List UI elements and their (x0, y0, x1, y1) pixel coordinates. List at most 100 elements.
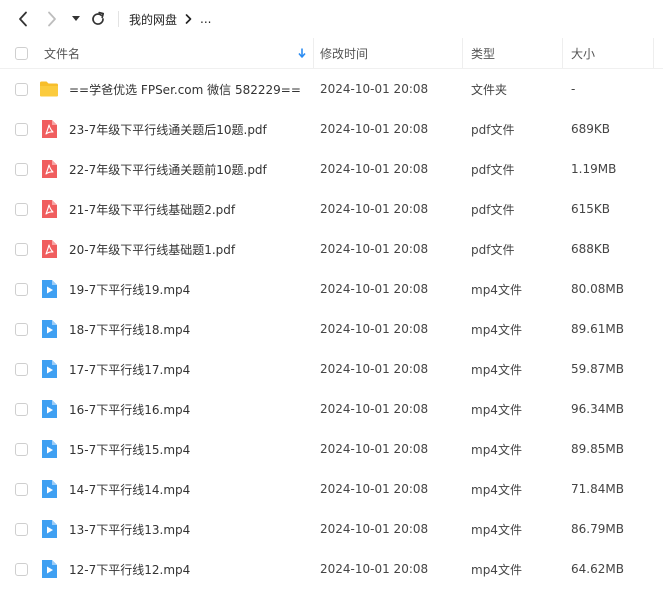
file-modified: 2024-10-01 20:08 (320, 402, 429, 416)
file-name: 21-7年级下平行线基础题2.pdf (69, 202, 236, 217)
row-checkbox[interactable] (15, 283, 28, 296)
file-size: 1.19MB (571, 162, 617, 176)
row-checkbox[interactable] (15, 203, 28, 216)
file-modified: 2024-10-01 20:08 (320, 242, 429, 256)
file-name: ==学爸优选 FPSer.com 微信 582229== (69, 82, 301, 97)
file-size: 64.62MB (571, 562, 624, 576)
file-size: 615KB (571, 202, 611, 216)
file-name: 15-7下平行线15.mp4 (69, 442, 191, 457)
file-row[interactable]: 13-7下平行线13.mp4 2024-10-01 20:08 mp4文件 86… (0, 509, 663, 549)
file-modified: 2024-10-01 20:08 (320, 282, 429, 296)
row-checkbox[interactable] (15, 483, 28, 496)
file-row[interactable]: 16-7下平行线16.mp4 2024-10-01 20:08 mp4文件 96… (0, 389, 663, 429)
pdf-file-icon (42, 160, 57, 178)
file-modified: 2024-10-01 20:08 (320, 442, 429, 456)
file-modified: 2024-10-01 20:08 (320, 202, 429, 216)
file-size: 59.87MB (571, 362, 624, 376)
file-row[interactable]: 23-7年级下平行线通关题后10题.pdf 2024-10-01 20:08 p… (0, 109, 663, 149)
file-type: pdf文件 (471, 202, 515, 217)
history-dropdown-button[interactable] (68, 9, 84, 29)
file-name: 19-7下平行线19.mp4 (69, 282, 191, 297)
file-name: 23-7年级下平行线通关题后10题.pdf (69, 122, 267, 137)
file-modified: 2024-10-01 20:08 (320, 322, 429, 336)
column-header-modified[interactable]: 修改时间 (320, 38, 368, 68)
file-name: 12-7下平行线12.mp4 (69, 562, 191, 577)
file-size: 96.34MB (571, 402, 624, 416)
file-row[interactable]: 15-7下平行线15.mp4 2024-10-01 20:08 mp4文件 89… (0, 429, 663, 469)
file-size: 71.84MB (571, 482, 624, 496)
column-divider[interactable] (313, 38, 314, 68)
video-file-icon (42, 360, 57, 378)
file-type: pdf文件 (471, 242, 515, 257)
file-modified: 2024-10-01 20:08 (320, 362, 429, 376)
file-row[interactable]: 17-7下平行线17.mp4 2024-10-01 20:08 mp4文件 59… (0, 349, 663, 389)
column-header-name[interactable]: 文件名 (44, 38, 80, 68)
file-size: 89.61MB (571, 322, 624, 336)
file-name: 18-7下平行线18.mp4 (69, 322, 191, 337)
video-file-icon (42, 440, 57, 458)
refresh-button[interactable] (88, 9, 108, 29)
pdf-file-icon (42, 200, 57, 218)
file-name: 22-7年级下平行线通关题前10题.pdf (69, 162, 267, 177)
row-checkbox[interactable] (15, 83, 28, 96)
folder-icon (40, 81, 58, 97)
row-checkbox[interactable] (15, 523, 28, 536)
column-header-size[interactable]: 大小 (571, 38, 595, 68)
column-divider[interactable] (562, 38, 563, 68)
row-checkbox[interactable] (15, 323, 28, 336)
chevron-left-icon (19, 11, 27, 27)
file-row[interactable]: 14-7下平行线14.mp4 2024-10-01 20:08 mp4文件 71… (0, 469, 663, 509)
file-type: mp4文件 (471, 482, 522, 497)
file-modified: 2024-10-01 20:08 (320, 82, 429, 96)
file-row[interactable]: 21-7年级下平行线基础题2.pdf 2024-10-01 20:08 pdf文… (0, 189, 663, 229)
file-name: 20-7年级下平行线基础题1.pdf (69, 242, 236, 257)
video-file-icon (42, 560, 57, 578)
row-checkbox[interactable] (15, 403, 28, 416)
file-modified: 2024-10-01 20:08 (320, 562, 429, 576)
video-file-icon (42, 520, 57, 538)
breadcrumb-separator-icon (185, 14, 192, 24)
file-name: 13-7下平行线13.mp4 (69, 522, 191, 537)
file-modified: 2024-10-01 20:08 (320, 482, 429, 496)
file-size: 89.85MB (571, 442, 624, 456)
forward-button[interactable] (42, 9, 62, 29)
file-type: mp4文件 (471, 362, 522, 377)
row-checkbox[interactable] (15, 443, 28, 456)
video-file-icon (42, 480, 57, 498)
file-type: mp4文件 (471, 402, 522, 417)
breadcrumb: 我的网盘 ... (129, 10, 211, 28)
video-file-icon (42, 400, 57, 418)
column-header-type[interactable]: 类型 (471, 38, 495, 68)
sort-descending-icon[interactable] (298, 38, 306, 68)
toolbar-divider (118, 11, 119, 27)
file-type: mp4文件 (471, 282, 522, 297)
back-button[interactable] (13, 9, 33, 29)
file-list-header: 文件名 修改时间 类型 大小 (0, 38, 663, 69)
file-name: 17-7下平行线17.mp4 (69, 362, 191, 377)
file-row[interactable]: 20-7年级下平行线基础题1.pdf 2024-10-01 20:08 pdf文… (0, 229, 663, 269)
refresh-icon (92, 11, 105, 25)
pdf-file-icon (42, 120, 57, 138)
row-checkbox[interactable] (15, 363, 28, 376)
pdf-file-icon (42, 240, 57, 258)
file-modified: 2024-10-01 20:08 (320, 522, 429, 536)
file-row[interactable]: 18-7下平行线18.mp4 2024-10-01 20:08 mp4文件 89… (0, 309, 663, 349)
column-divider[interactable] (462, 38, 463, 68)
breadcrumb-root[interactable]: 我的网盘 (129, 11, 177, 28)
row-checkbox[interactable] (15, 243, 28, 256)
file-row[interactable]: 19-7下平行线19.mp4 2024-10-01 20:08 mp4文件 80… (0, 269, 663, 309)
file-size: 689KB (571, 122, 611, 136)
select-all-checkbox[interactable] (15, 47, 28, 60)
file-row[interactable]: 22-7年级下平行线通关题前10题.pdf 2024-10-01 20:08 p… (0, 149, 663, 189)
file-type: mp4文件 (471, 562, 522, 577)
row-checkbox[interactable] (15, 563, 28, 576)
file-row[interactable]: 12-7下平行线12.mp4 2024-10-01 20:08 mp4文件 64… (0, 549, 663, 589)
video-file-icon (42, 280, 57, 298)
file-size: 86.79MB (571, 522, 624, 536)
row-checkbox[interactable] (15, 163, 28, 176)
column-divider[interactable] (653, 38, 654, 68)
breadcrumb-more[interactable]: ... (200, 12, 211, 26)
file-name: 14-7下平行线14.mp4 (69, 482, 191, 497)
file-row[interactable]: ==学爸优选 FPSer.com 微信 582229== 2024-10-01 … (0, 69, 663, 109)
row-checkbox[interactable] (15, 123, 28, 136)
